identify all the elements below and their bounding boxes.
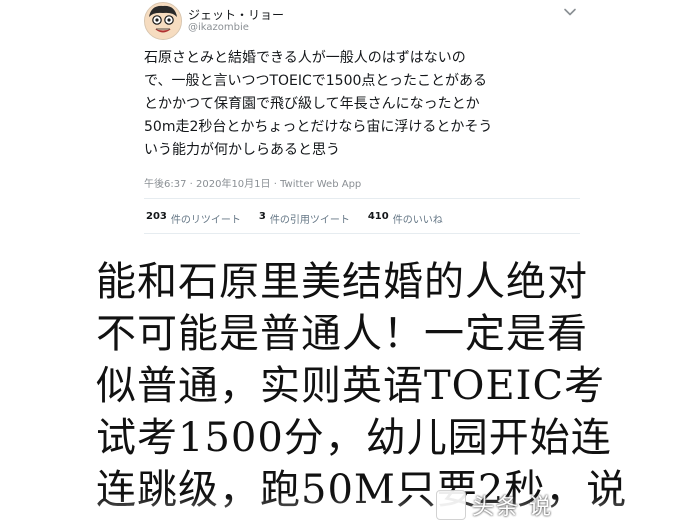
watermark: 头条 说	[436, 490, 606, 520]
like-count-value: 410	[367, 211, 389, 222]
watermark-text: 头条 说	[472, 495, 553, 520]
retweet-count[interactable]: 203 件のリツイート	[146, 211, 241, 226]
timestamp-text: 午後6:37 · 2020年10月1日 · Twitter Web App	[144, 179, 362, 190]
quote-tweet-count-value: 3	[258, 211, 266, 222]
avatar-icon	[145, 3, 181, 39]
like-count-label: 件のいいね	[392, 215, 443, 226]
avatar[interactable]	[144, 2, 182, 40]
quote-tweet-count-label: 件の引用ツイート	[269, 215, 350, 226]
tweet-card: ジェット・リョー @ikazombie 石原さとみと結婚できる人が一般人のはずは…	[0, 0, 700, 244]
caption-text: 能和石原里美结婚的人绝对 不可能是普通人！一定是看 似普通，实则英语TOEIC考…	[96, 259, 628, 513]
retweet-count-value: 203	[146, 211, 167, 222]
tweet-body-text: 石原さとみと結婚できる人が一般人のはずはないの で、一般と言いつつTOEICで1…	[144, 50, 493, 158]
chevron-down-icon[interactable]	[563, 4, 577, 18]
tweet-timestamp[interactable]: 午後6:37 · 2020年10月1日 · Twitter Web App	[144, 175, 361, 190]
display-name[interactable]: ジェット・リョー	[188, 6, 284, 23]
watermark-logo-icon	[436, 490, 466, 520]
like-count[interactable]: 410 件のいいね	[368, 211, 443, 226]
engagement-stats: 203 件のリツイート 3 件の引用ツイート 410 件のいいね	[146, 211, 443, 226]
divider	[144, 198, 580, 199]
quote-tweet-count[interactable]: 3 件の引用ツイート	[259, 211, 350, 226]
retweet-count-label: 件のリツイート	[170, 215, 241, 226]
divider	[144, 233, 580, 234]
user-handle[interactable]: @ikazombie	[188, 22, 249, 33]
